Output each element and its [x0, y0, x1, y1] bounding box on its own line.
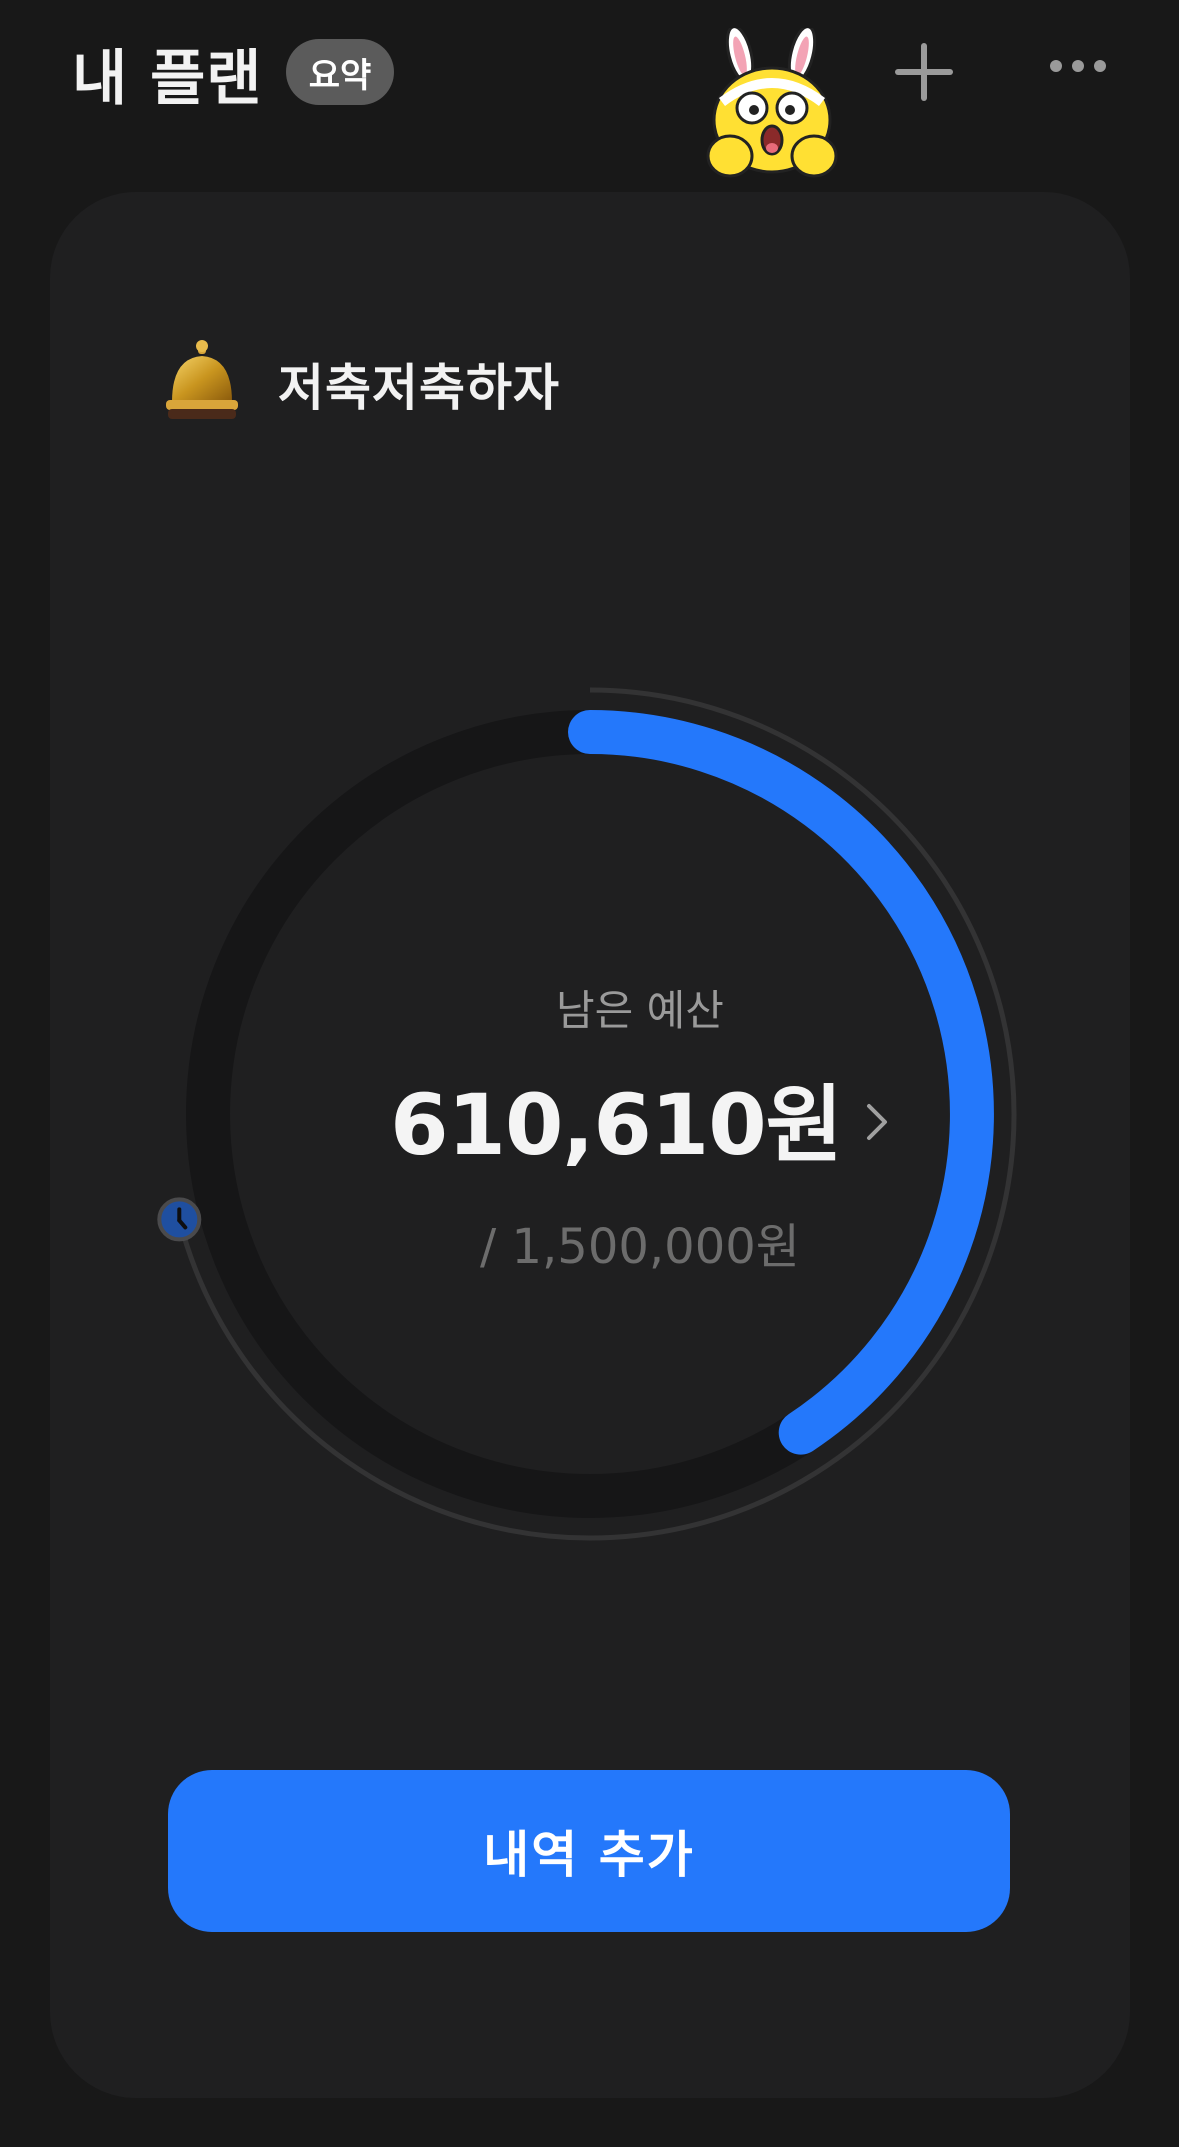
plus-icon[interactable]: [888, 36, 960, 108]
more-dots-icon[interactable]: [1036, 36, 1120, 108]
plan-card: 저축저축하자 남은 예산 610,610원 / 1,500,000원 내역 추가: [50, 192, 1130, 2098]
add-entry-button[interactable]: 내역 추가: [168, 1770, 1010, 1932]
summary-badge[interactable]: 요약: [286, 39, 394, 105]
page-title: 내 플랜: [72, 44, 263, 114]
total-budget-amount: / 1,500,000원: [480, 1219, 800, 1275]
remaining-budget-link[interactable]: 610,610원: [270, 1058, 1010, 1179]
rabbit-character-icon: [706, 28, 838, 178]
clock-icon: [157, 1197, 202, 1242]
remaining-budget-label: 남은 예산: [556, 986, 724, 1035]
top-header: 내 플랜 요약: [0, 0, 1179, 178]
remaining-budget-amount: 610,610원: [390, 1076, 843, 1174]
chevron-right-icon: [866, 1103, 887, 1140]
